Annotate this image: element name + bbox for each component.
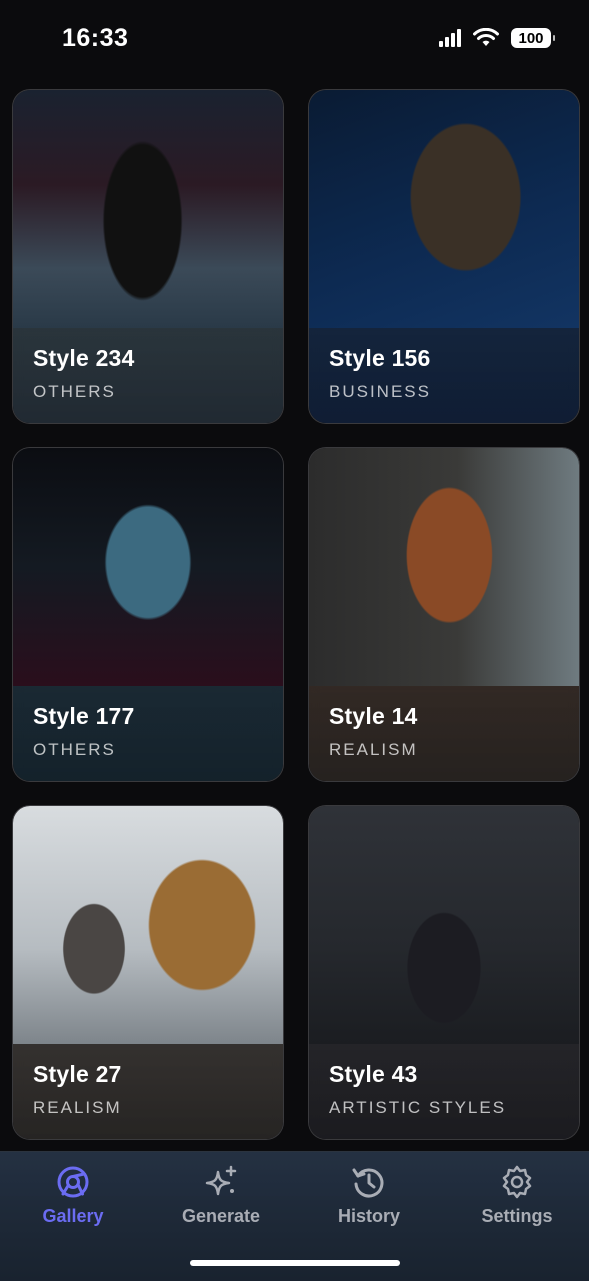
style-preview-image	[13, 90, 283, 328]
tab-label: Gallery	[42, 1206, 104, 1226]
style-title: Style 156	[329, 345, 431, 371]
style-preview-image	[13, 448, 283, 686]
gallery-icon	[57, 1166, 89, 1198]
status-icons: 100	[439, 28, 555, 48]
tab-history[interactable]: History	[309, 1164, 429, 1227]
status-bar: 16:33 100	[0, 0, 589, 80]
battery-indicator: 100	[511, 28, 555, 48]
style-title: Style 177	[33, 703, 135, 729]
tab-label: Settings	[481, 1206, 553, 1226]
style-category: OTHERS	[33, 382, 116, 401]
style-preview-image	[309, 806, 579, 1044]
style-title: Style 234	[33, 345, 135, 371]
sparkles-icon	[205, 1165, 237, 1196]
style-title: Style 27	[33, 1061, 122, 1087]
status-time: 16:33	[62, 24, 129, 52]
style-card[interactable]: Style 14 REALISM	[308, 447, 580, 782]
style-title: Style 43	[329, 1061, 418, 1087]
tab-generate[interactable]: Generate	[161, 1164, 281, 1227]
card-info	[309, 1044, 579, 1139]
style-card[interactable]: Style 43 ARTISTIC STYLES	[308, 805, 580, 1140]
style-card[interactable]: Style 156 BUSINESS	[308, 89, 580, 424]
card-info	[13, 1044, 283, 1139]
style-category: REALISM	[329, 740, 418, 759]
style-card[interactable]: Style 234 OTHERS	[12, 89, 284, 424]
home-indicator	[190, 1260, 400, 1266]
style-category: REALISM	[33, 1098, 122, 1117]
tab-label: History	[337, 1206, 400, 1226]
tab-gallery[interactable]: Gallery	[13, 1164, 133, 1227]
card-info	[309, 686, 579, 781]
card-info	[309, 328, 579, 423]
style-preview-image	[309, 448, 579, 686]
style-category: OTHERS	[33, 740, 116, 759]
card-info	[13, 686, 283, 781]
tab-settings[interactable]: Settings	[457, 1164, 577, 1227]
card-info	[13, 328, 283, 423]
style-category: ARTISTIC STYLES	[329, 1098, 507, 1117]
style-card[interactable]: Style 27 REALISM	[12, 805, 284, 1140]
style-preview-image	[309, 90, 579, 328]
history-icon	[352, 1168, 384, 1198]
style-card[interactable]: Style 177 OTHERS	[12, 447, 284, 782]
style-category: BUSINESS	[329, 382, 431, 401]
gear-icon	[502, 1165, 532, 1199]
tab-label: Generate	[181, 1206, 261, 1226]
style-preview-image	[13, 806, 283, 1044]
cellular-signal-icon	[439, 29, 461, 47]
wifi-icon	[473, 28, 499, 46]
style-title: Style 14	[329, 703, 418, 729]
